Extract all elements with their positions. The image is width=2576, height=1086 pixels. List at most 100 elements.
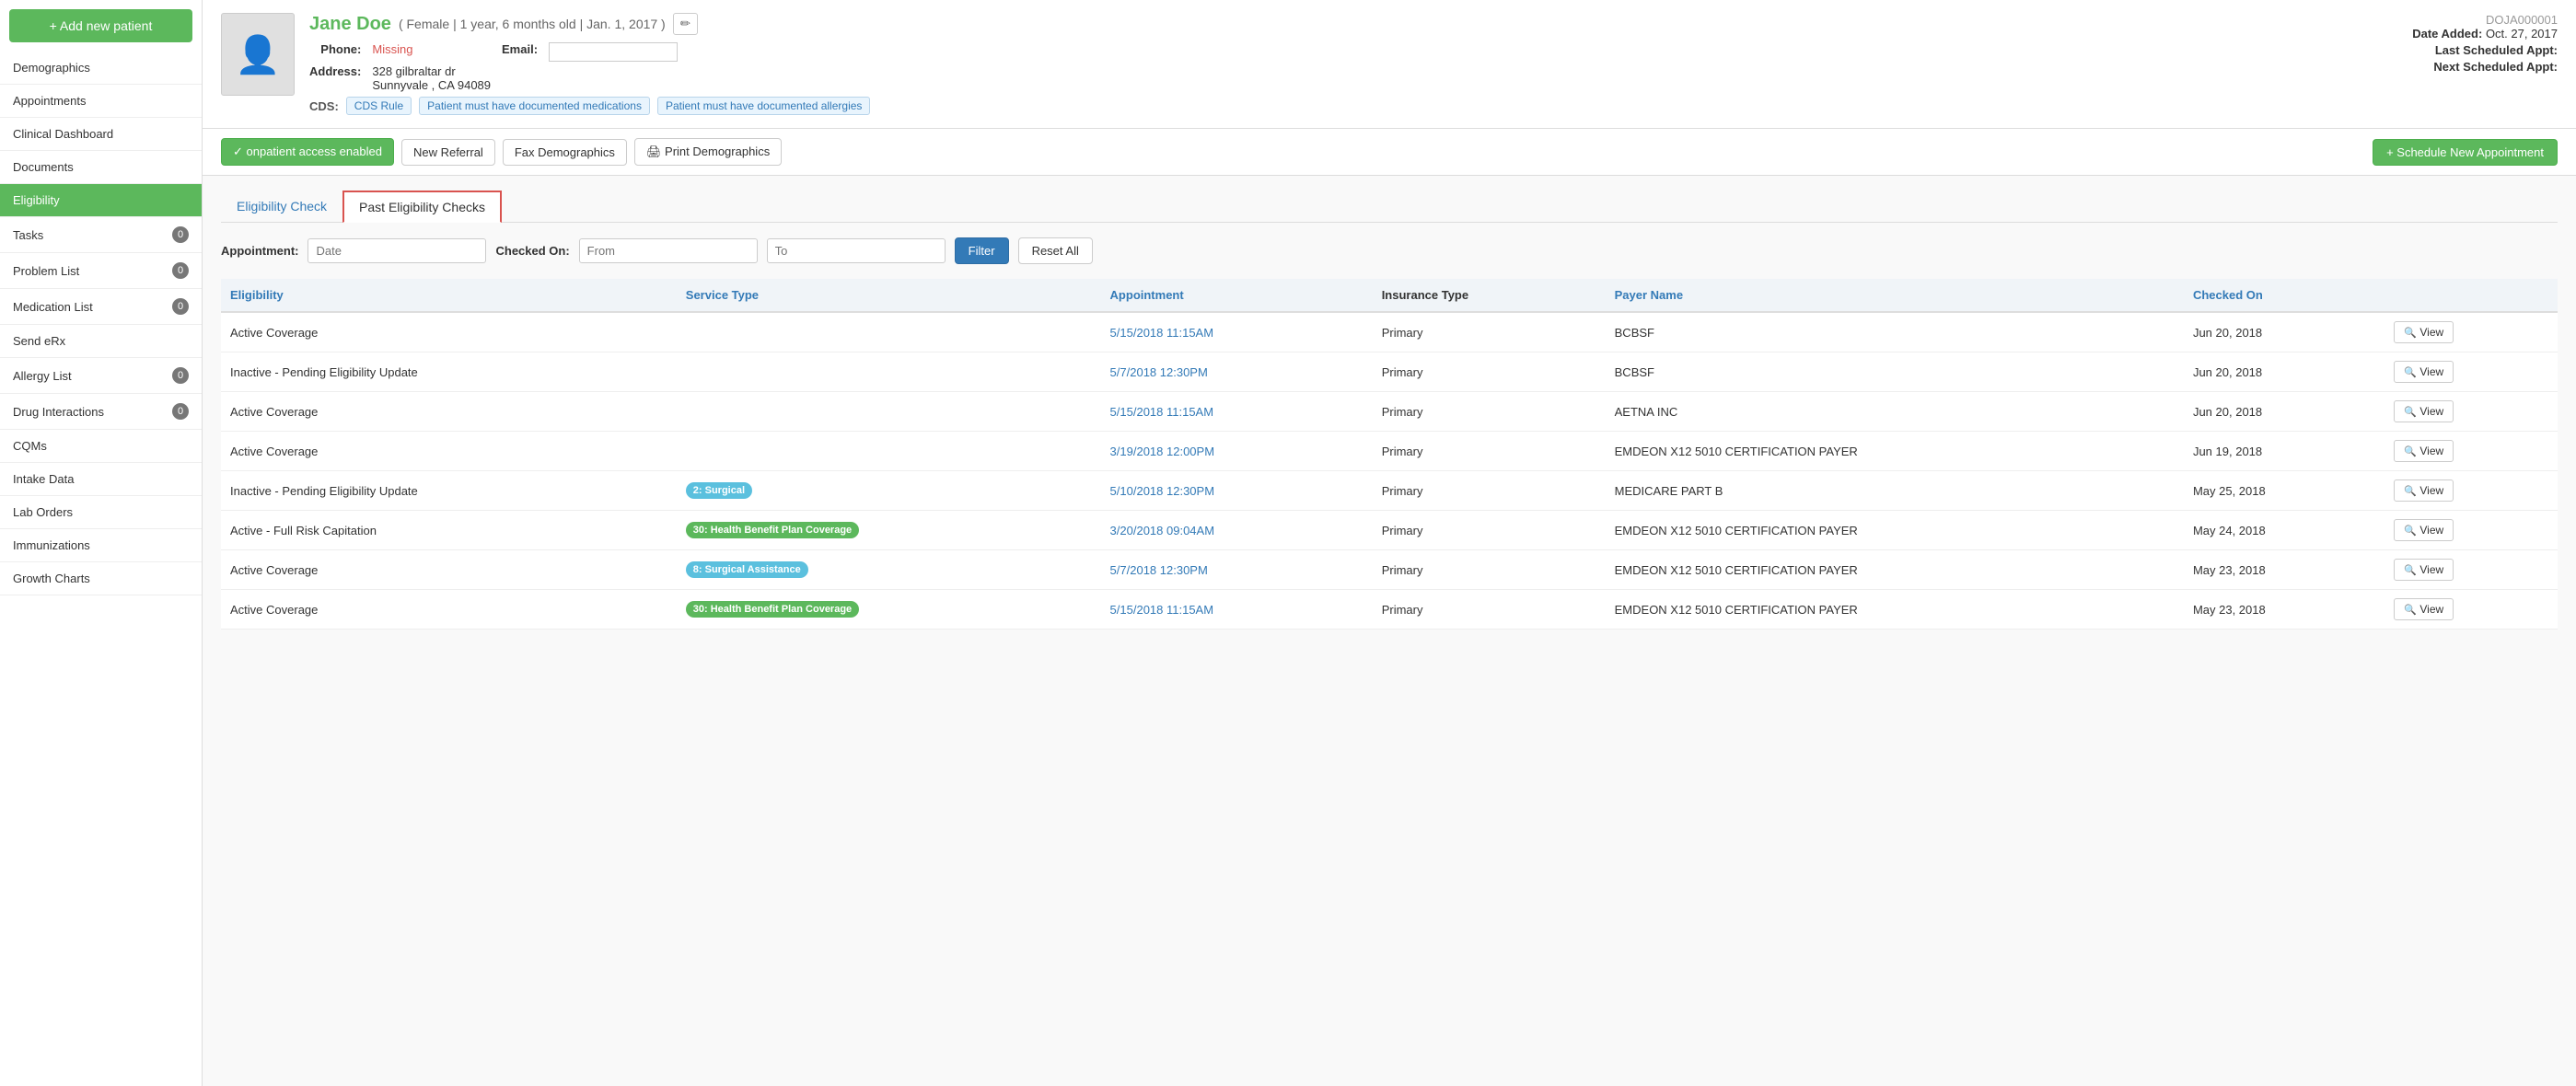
sidebar-item-medication-list[interactable]: Medication List0 [0, 289, 202, 325]
cell-insurance-type: Primary [1373, 312, 1606, 352]
cell-checked-on: Jun 19, 2018 [2184, 432, 2385, 471]
checked-on-from-input[interactable] [579, 238, 758, 263]
sidebar-badge: 0 [172, 298, 189, 315]
appointment-link[interactable]: 3/20/2018 09:04AM [1110, 524, 1214, 537]
cell-view-action: 🔍 View [2385, 352, 2558, 392]
cell-service-type: 2: Surgical [677, 471, 1101, 511]
sidebar-item-send-erx[interactable]: Send eRx [0, 325, 202, 358]
sidebar-badge: 0 [172, 403, 189, 420]
col-eligibility[interactable]: Eligibility [221, 279, 677, 312]
main-content: 👤 Jane Doe ( Female | 1 year, 6 months o… [203, 0, 2576, 1086]
cell-view-action: 🔍 View [2385, 550, 2558, 590]
sidebar-item-demographics[interactable]: Demographics [0, 52, 202, 85]
cell-appointment: 5/15/2018 11:15AM [1101, 392, 1373, 432]
appointment-link[interactable]: 3/19/2018 12:00PM [1110, 445, 1214, 458]
sidebar-item-problem-list[interactable]: Problem List0 [0, 253, 202, 289]
table-row: Active Coverage 5/15/2018 11:15AM PrimaryB… [221, 312, 2558, 352]
col-actions [2385, 279, 2558, 312]
appointment-link[interactable]: 5/15/2018 11:15AM [1110, 405, 1214, 419]
schedule-new-appointment-button[interactable]: + Schedule New Appointment [2373, 139, 2558, 166]
cell-service-type: 30: Health Benefit Plan Coverage [677, 511, 1101, 550]
onpatient-access-button[interactable]: ✓ onpatient access enabled [221, 138, 394, 166]
col-appointment[interactable]: Appointment [1101, 279, 1373, 312]
fax-demographics-button[interactable]: Fax Demographics [503, 139, 627, 166]
cell-eligibility: Inactive - Pending Eligibility Update [221, 471, 677, 511]
appointment-link[interactable]: 5/7/2018 12:30PM [1110, 365, 1208, 379]
cell-eligibility: Active Coverage [221, 312, 677, 352]
view-button[interactable]: 🔍 View [2394, 361, 2454, 383]
filter-row: Appointment: Checked On: Filter Reset Al… [221, 237, 2558, 264]
cell-eligibility: Active Coverage [221, 432, 677, 471]
new-referral-button[interactable]: New Referral [401, 139, 495, 166]
cell-view-action: 🔍 View [2385, 312, 2558, 352]
sidebar-item-appointments[interactable]: Appointments [0, 85, 202, 118]
col-payer-name[interactable]: Payer Name [1606, 279, 2184, 312]
tab-eligibility-check[interactable]: Eligibility Check [221, 191, 342, 222]
sidebar-item-immunizations[interactable]: Immunizations [0, 529, 202, 562]
tab-past-eligibility-checks[interactable]: Past Eligibility Checks [342, 191, 502, 223]
cell-service-type [677, 392, 1101, 432]
view-button[interactable]: 🔍 View [2394, 400, 2454, 422]
sidebar-item-lab-orders[interactable]: Lab Orders [0, 496, 202, 529]
sidebar-item-documents[interactable]: Documents [0, 151, 202, 184]
sidebar-item-growth-charts[interactable]: Growth Charts [0, 562, 202, 595]
filter-button[interactable]: Filter [955, 237, 1009, 264]
appointment-link[interactable]: 5/15/2018 11:15AM [1110, 603, 1214, 617]
sidebar-item-label: Documents [13, 160, 74, 174]
appointment-link[interactable]: 5/7/2018 12:30PM [1110, 563, 1208, 577]
patient-email [549, 42, 870, 62]
cell-appointment: 3/20/2018 09:04AM [1101, 511, 1373, 550]
table-row: Active Coverage5/15/2018 11:15AMPrimaryA… [221, 392, 2558, 432]
sidebar-item-eligibility[interactable]: Eligibility [0, 184, 202, 217]
sidebar-item-clinical-dashboard[interactable]: Clinical Dashboard [0, 118, 202, 151]
cell-appointment: 5/15/2018 11:15AM [1101, 312, 1373, 352]
sidebar-item-allergy-list[interactable]: Allergy List0 [0, 358, 202, 394]
sidebar-item-label: Appointments [13, 94, 87, 108]
sidebar-badge: 0 [172, 262, 189, 279]
print-demographics-button[interactable]: 🖨 Print Demographics [634, 138, 782, 166]
sidebar-item-intake-data[interactable]: Intake Data [0, 463, 202, 496]
sidebar-item-cqms[interactable]: CQMs [0, 430, 202, 463]
sidebar-item-label: Drug Interactions [13, 405, 104, 419]
cds-tag-medications[interactable]: Patient must have documented medications [419, 97, 650, 115]
address-label: Address: [309, 64, 361, 92]
view-button[interactable]: 🔍 View [2394, 519, 2454, 541]
date-added-label: Date Added: [2412, 27, 2482, 40]
next-appt-label: Next Scheduled Appt: [2433, 60, 2558, 74]
view-button[interactable]: 🔍 View [2394, 479, 2454, 502]
appointment-link[interactable]: 5/10/2018 12:30PM [1110, 484, 1214, 498]
edit-patient-button[interactable]: ✏ [673, 13, 698, 35]
cell-appointment: 5/15/2018 11:15AM [1101, 590, 1373, 630]
col-checked-on[interactable]: Checked On [2184, 279, 2385, 312]
cell-payer-name: BCBSF [1606, 312, 2184, 352]
add-new-patient-button[interactable]: + Add new patient [9, 9, 192, 42]
appointment-link[interactable]: 5/15/2018 11:15AM [1110, 326, 1214, 340]
cds-tag-allergies[interactable]: Patient must have documented allergies [657, 97, 870, 115]
view-button[interactable]: 🔍 View [2394, 440, 2454, 462]
patient-meta: ( Female | 1 year, 6 months old | Jan. 1… [399, 17, 666, 31]
cell-eligibility: Active Coverage [221, 590, 677, 630]
reset-all-button[interactable]: Reset All [1018, 237, 1093, 264]
view-button[interactable]: 🔍 View [2394, 559, 2454, 581]
checked-on-to-input[interactable] [767, 238, 946, 263]
table-row: Active Coverage8: Surgical Assistance5/7… [221, 550, 2558, 590]
email-input[interactable] [549, 42, 678, 62]
view-button[interactable]: 🔍 View [2394, 598, 2454, 620]
sidebar-item-drug-interactions[interactable]: Drug Interactions 0 [0, 394, 202, 430]
action-bar: ✓ onpatient access enabled New Referral … [203, 129, 2576, 176]
col-service-type[interactable]: Service Type [677, 279, 1101, 312]
sidebar-item-label: Growth Charts [13, 572, 90, 585]
date-added-value: Oct. 27, 2017 [2486, 27, 2558, 40]
cell-view-action: 🔍 View [2385, 471, 2558, 511]
sidebar-item-label: Intake Data [13, 472, 75, 486]
cds-row: CDS: CDS Rule Patient must have document… [309, 97, 870, 115]
email-label: Email: [502, 42, 538, 62]
cell-appointment: 5/10/2018 12:30PM [1101, 471, 1373, 511]
appointment-date-input[interactable] [307, 238, 486, 263]
sidebar-item-label: Tasks [13, 228, 43, 242]
view-button[interactable]: 🔍 View [2394, 321, 2454, 343]
cds-tag-rule[interactable]: CDS Rule [346, 97, 412, 115]
sidebar-item-tasks[interactable]: Tasks0 [0, 217, 202, 253]
cell-eligibility: Active Coverage [221, 392, 677, 432]
action-bar-left: ✓ onpatient access enabled New Referral … [221, 138, 782, 166]
